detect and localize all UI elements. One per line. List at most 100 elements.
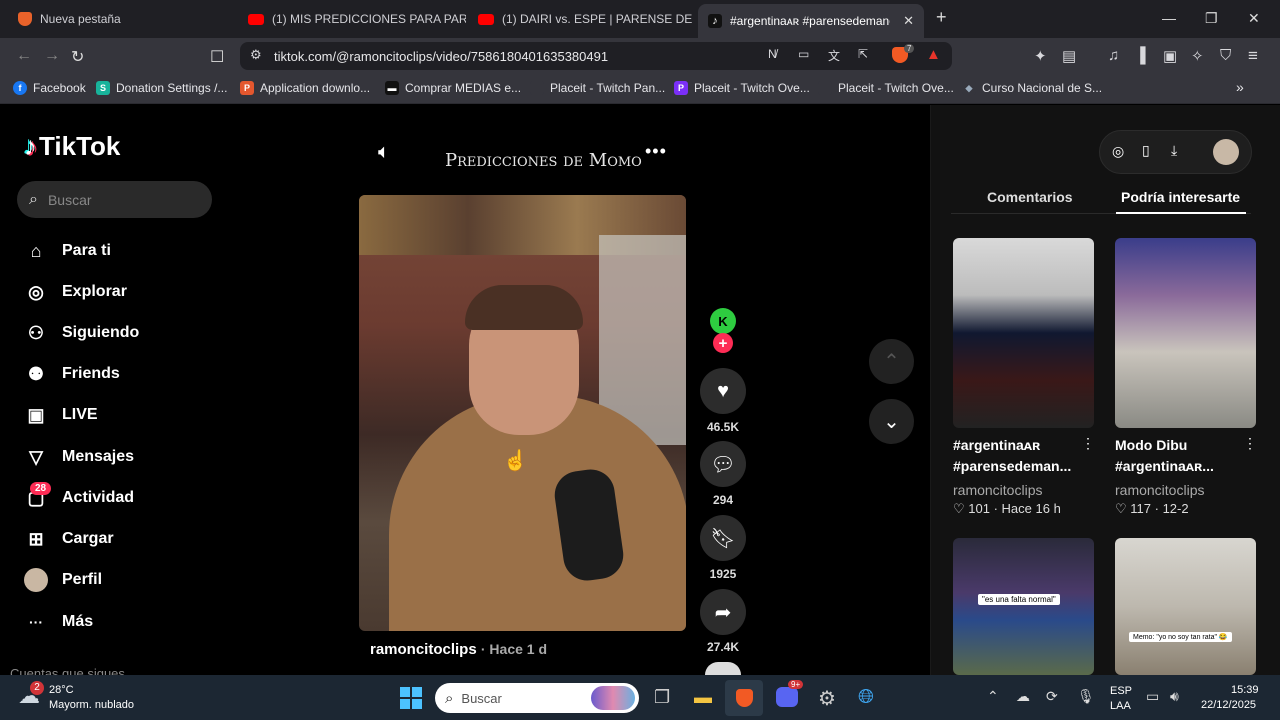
bookmark-placeit-1[interactable]: Placeit - Twitch Pan... [530, 81, 665, 95]
brave-rewards-icon[interactable]: ▲ [926, 46, 941, 63]
tab-youtube-2[interactable]: (1) DAIRI vs. ESPE | PARENSE DE MAN [468, 0, 696, 38]
language-layout[interactable]: LAA [1110, 700, 1131, 712]
bookmark-icon[interactable]: ☐ [210, 47, 224, 67]
wallet-icon[interactable]: ▣ [1163, 47, 1177, 65]
tab-title: (1) MIS PREDICCIONES PARA PAREN [272, 12, 466, 26]
weather-temp[interactable]: 28°C [49, 684, 74, 696]
discord-icon[interactable] [776, 687, 798, 707]
tab-tiktok-active[interactable]: ♪ #argentinaᴀʀ #parensedemanos ✕ [698, 4, 924, 38]
creator-avatar[interactable]: K [710, 308, 736, 334]
app-icon[interactable]: ⚙ [818, 686, 836, 711]
avatar[interactable] [1213, 139, 1239, 165]
save-button[interactable]: 🔖︎ [700, 515, 746, 561]
globe-icon[interactable]: 🌐︎ [858, 686, 874, 709]
video-thumbnail[interactable]: "es una falta normal" [953, 538, 1094, 675]
chevron-up-icon[interactable]: ⌃ [987, 688, 999, 705]
extensions-icon[interactable]: ✦ [1034, 47, 1047, 65]
nav-live[interactable]: ▣ LIVE [24, 403, 97, 427]
tab-comentarios[interactable]: Comentarios [987, 189, 1073, 205]
network-icon[interactable]: ▭ [1146, 688, 1159, 705]
sidebar-icon[interactable]: ▐ [1135, 47, 1146, 64]
menu-icon[interactable]: ≡ [1248, 46, 1258, 66]
nav-perfil[interactable]: Perfil [24, 568, 102, 592]
vpn-icon[interactable]: ⛉ [1220, 47, 1231, 64]
nav-explorar[interactable]: ◎ Explorar [24, 280, 127, 304]
more-bookmarks-icon[interactable]: » [1236, 79, 1244, 95]
tiktok-logo[interactable]: ♪ TikTok [24, 131, 120, 162]
close-window-button[interactable]: ✕ [1248, 10, 1260, 27]
share-icon[interactable]: ⇱ [858, 47, 868, 61]
nav-para-ti[interactable]: ⌂ Para ti [24, 239, 111, 263]
no-translate-icon[interactable]: N̸ [768, 47, 777, 61]
brave-taskbar-active[interactable] [725, 680, 763, 716]
card-more-icon[interactable]: ⋮ [1081, 435, 1095, 452]
device-icon[interactable]: ▯ [1142, 142, 1150, 159]
tab-youtube-1[interactable]: (1) MIS PREDICCIONES PARA PAREN [238, 0, 466, 38]
onedrive-icon[interactable]: ☁ [1016, 688, 1030, 705]
language-code[interactable]: ESP [1110, 685, 1132, 697]
comment-button[interactable]: 💬︎ [700, 441, 746, 487]
bookmark-placeit-2[interactable]: P Placeit - Twitch Ove... [674, 81, 810, 95]
cast-icon[interactable]: ▭ [798, 47, 809, 61]
shields-count-badge: 7 [904, 44, 915, 53]
forward-icon[interactable]: → [44, 47, 60, 65]
volume-icon[interactable]: 🔈︎ [378, 141, 390, 164]
bookmark-facebook[interactable]: f Facebook [13, 81, 86, 95]
card-title[interactable]: Modo Dibu #argentinaᴀʀ... [1115, 435, 1214, 477]
nav-mensajes[interactable]: ▽ Mensajes [24, 445, 134, 469]
follow-plus-icon[interactable]: + [713, 333, 733, 353]
card-author[interactable]: ramoncitoclips [953, 482, 1042, 498]
compass-icon[interactable]: ◎ [1112, 143, 1124, 160]
video-thumbnail[interactable]: Memo: "yo no soy tan rata" 😂 [1115, 538, 1256, 675]
nav-mas[interactable]: ··· Más [24, 610, 93, 634]
sync-icon[interactable]: ⟳ [1046, 688, 1058, 705]
reload-icon[interactable]: ↻ [71, 47, 84, 67]
media-icon[interactable]: ♫ [1108, 47, 1119, 64]
card-author[interactable]: ramoncitoclips [1115, 482, 1204, 498]
volume-icon[interactable]: 🔊︎ [1170, 688, 1179, 705]
back-icon[interactable]: ← [16, 47, 32, 65]
new-tab-button[interactable]: + [936, 7, 947, 28]
close-tab-icon[interactable]: ✕ [903, 13, 914, 29]
clock-date[interactable]: 22/12/2025 [1201, 699, 1256, 711]
address-bar[interactable]: ⚙ tiktok.com/@ramoncitoclips/video/75861… [240, 42, 952, 70]
like-button[interactable]: ♥ [700, 368, 746, 414]
tab-podria-interesarte[interactable]: Podría interesarte [1121, 189, 1240, 205]
minimize-button[interactable]: — [1162, 10, 1176, 26]
bookmark-application[interactable]: P Application downlo... [240, 81, 370, 95]
video-thumbnail[interactable] [953, 238, 1094, 428]
card-more-icon[interactable]: ⋮ [1243, 435, 1257, 452]
nav-friends[interactable]: ⚉ Friends [24, 362, 120, 386]
video-player[interactable] [359, 195, 686, 631]
task-view-icon[interactable]: ❐ [654, 687, 670, 708]
share-button[interactable]: ➦ [700, 589, 746, 635]
download-icon[interactable]: ⤓ [1171, 142, 1177, 159]
video-thumbnail[interactable] [1115, 238, 1256, 428]
nav-siguiendo[interactable]: ⚇ Siguiendo [24, 321, 139, 345]
site-settings-icon[interactable]: ⚙ [250, 47, 262, 63]
placeit-icon [530, 81, 544, 95]
microphone-icon[interactable]: 🎙︎ [1077, 688, 1095, 705]
search-input[interactable]: ⌕ Buscar [17, 181, 212, 218]
translate-icon[interactable]: 文 [828, 47, 840, 64]
leo-ai-icon[interactable]: ✧ [1191, 47, 1204, 65]
tab-new[interactable]: Nueva pestaña [8, 0, 236, 38]
bookmark-placeit-3[interactable]: Placeit - Twitch Ove... [818, 81, 954, 95]
windows-start-icon[interactable] [400, 687, 422, 709]
music-disc-icon[interactable] [705, 662, 741, 675]
nav-cargar[interactable]: ⊞ Cargar [24, 527, 113, 551]
card-title[interactable]: #argentinaᴀʀ #parensedeman... [953, 435, 1071, 477]
clock-time[interactable]: 15:39 [1231, 684, 1259, 696]
weather-desc[interactable]: Mayorm. nublado [49, 699, 134, 711]
video-author[interactable]: ramoncitoclips · Hace 1 d [370, 641, 547, 658]
bookmark-donation[interactable]: S Donation Settings /... [96, 81, 227, 95]
bookmark-curso[interactable]: ◆ Curso Nacional de S... [962, 81, 1102, 95]
maximize-button[interactable]: ❐ [1205, 10, 1218, 27]
file-explorer-icon[interactable]: ▬ [694, 687, 712, 708]
reader-icon[interactable]: ▤ [1062, 47, 1076, 65]
bookmark-medias[interactable]: ▬ Comprar MEDIAS e... [385, 81, 521, 95]
next-video-button[interactable]: ⌄ [869, 399, 914, 444]
more-options-icon[interactable]: ••• [645, 141, 667, 162]
previous-video-button[interactable]: ⌃ [869, 339, 914, 384]
windows-search-input[interactable]: ⌕ Buscar [435, 683, 639, 713]
